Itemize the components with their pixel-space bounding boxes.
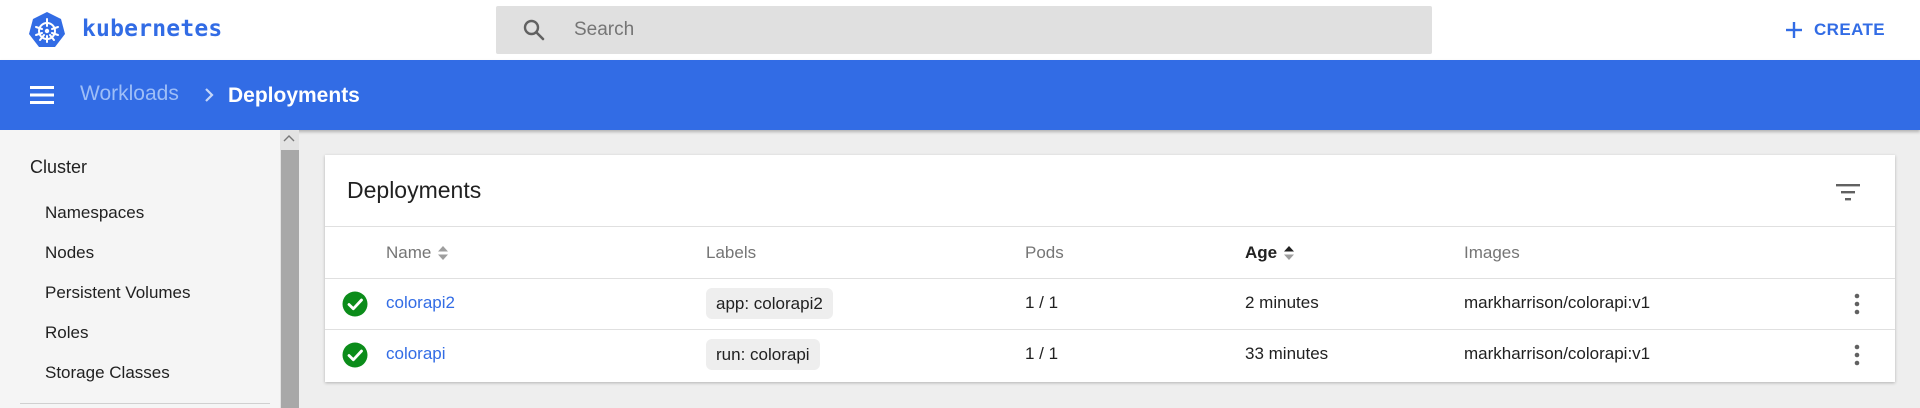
more-vert-icon[interactable] (1852, 292, 1862, 316)
card-title: Deployments (347, 177, 482, 203)
column-header-images: Images (1464, 243, 1520, 262)
sidebar-section-cluster[interactable]: Cluster (30, 157, 87, 178)
scroll-up-arrow-icon[interactable] (283, 134, 295, 142)
sort-ascending-icon[interactable] (1283, 244, 1295, 262)
sidebar-item-storage-classes[interactable]: Storage Classes (45, 363, 170, 383)
sidebar-item-nodes[interactable]: Nodes (45, 243, 94, 263)
sidebar-item-persistent-volumes[interactable]: Persistent Volumes (45, 283, 191, 303)
image-value: markharrison/colorapi:v1 (1464, 293, 1651, 312)
kubernetes-logo-icon[interactable] (28, 11, 66, 49)
top-bar: kubernetes CREATE (0, 0, 1920, 60)
breadcrumb-workloads-link[interactable]: Workloads (80, 82, 179, 106)
card-header-divider (325, 226, 1895, 227)
table-row[interactable]: colorapi run: colorapi 1 / 1 33 minutes … (325, 329, 1895, 380)
image-value: markharrison/colorapi:v1 (1464, 344, 1651, 363)
column-header-name-label: Name (386, 243, 432, 262)
search-box[interactable] (496, 6, 1432, 54)
sort-unsorted-icon[interactable] (437, 244, 449, 262)
search-icon (523, 19, 545, 41)
deployment-name-link[interactable]: colorapi (386, 344, 446, 364)
deployment-name-link[interactable]: colorapi2 (386, 293, 455, 313)
sidebar: Cluster Namespaces Nodes Persistent Volu… (0, 130, 280, 408)
brand-name[interactable]: kubernetes (82, 16, 222, 42)
plus-icon (1786, 22, 1802, 38)
filter-icon[interactable] (1835, 181, 1861, 203)
sidebar-scrollbar-thumb[interactable] (281, 150, 299, 408)
sidebar-divider (20, 403, 270, 404)
deployments-card: Deployments Name Labels Pods Age Images … (325, 155, 1895, 382)
sidebar-item-roles[interactable]: Roles (45, 323, 88, 343)
create-button-label: CREATE (1814, 20, 1886, 39)
check-circle-icon (342, 291, 368, 317)
create-button[interactable]: CREATE (1782, 16, 1885, 44)
table-row[interactable]: colorapi2 app: colorapi2 1 / 1 2 minutes… (325, 278, 1895, 329)
column-header-name[interactable]: Name (386, 243, 449, 263)
label-chip: app: colorapi2 (706, 288, 833, 319)
check-circle-icon (342, 342, 368, 368)
sidebar-item-namespaces[interactable]: Namespaces (45, 203, 144, 223)
age-value: 33 minutes (1245, 344, 1329, 363)
breadcrumb-current: Deployments (228, 84, 360, 107)
search-input[interactable] (574, 6, 1394, 54)
column-header-age[interactable]: Age (1245, 243, 1295, 263)
label-chip: run: colorapi (706, 339, 820, 370)
age-value: 2 minutes (1245, 293, 1319, 312)
breadcrumb-bar: Workloads Deployments (0, 60, 1920, 130)
hamburger-menu-icon[interactable] (28, 83, 56, 107)
column-header-pods: Pods (1025, 243, 1064, 262)
more-vert-icon[interactable] (1852, 343, 1862, 367)
column-header-age-label: Age (1245, 243, 1278, 262)
pods-count: 1 / 1 (1025, 293, 1059, 312)
chevron-right-icon (205, 88, 214, 102)
column-header-labels: Labels (706, 243, 757, 262)
pods-count: 1 / 1 (1025, 344, 1059, 363)
